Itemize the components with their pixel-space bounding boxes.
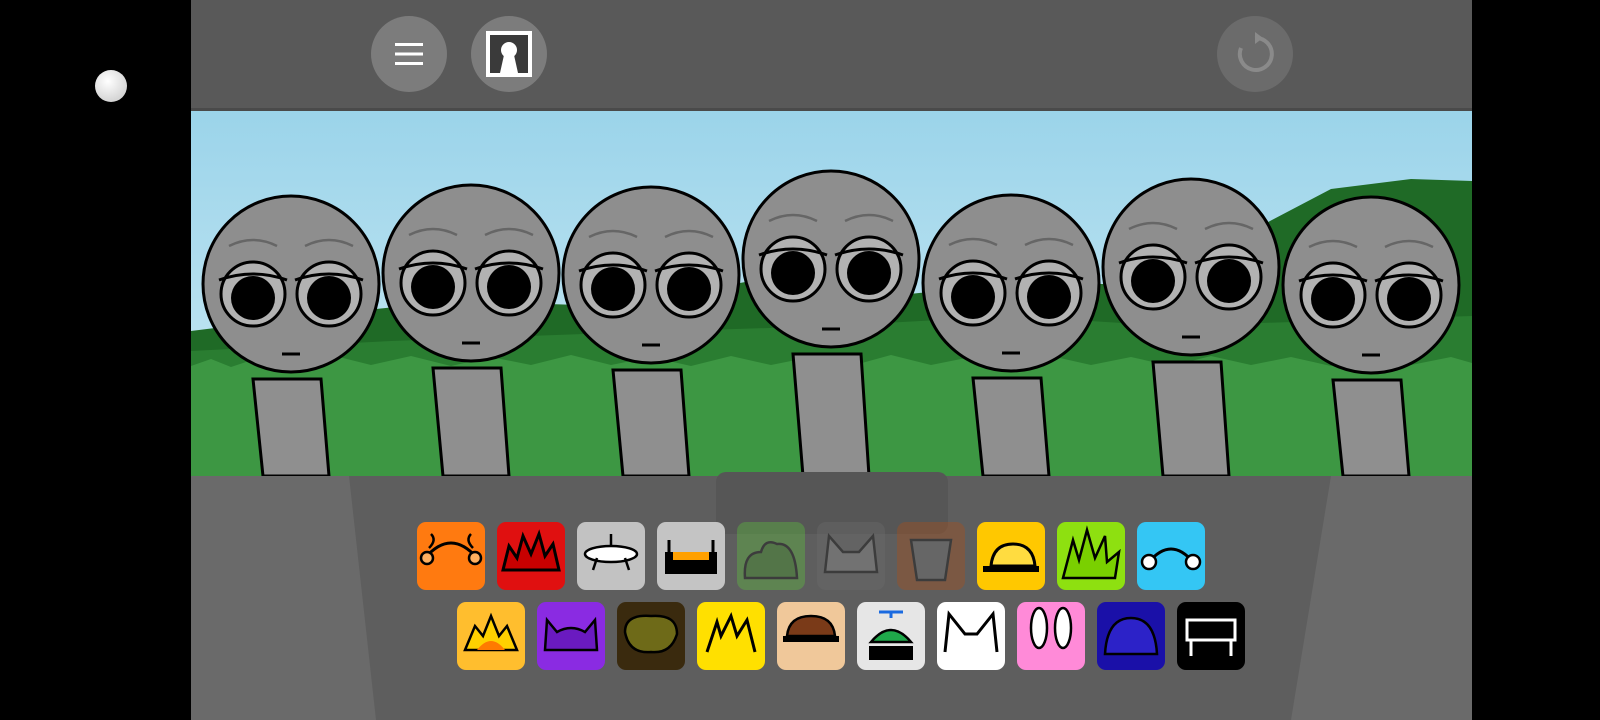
sound-icon-cyan-headset[interactable] <box>1137 522 1205 590</box>
sound-icon-green-bush <box>737 522 805 590</box>
portrait-keyhole-icon <box>486 31 532 77</box>
sound-icon-lime-spikes[interactable] <box>1057 522 1125 590</box>
sound-icon-purple-horns[interactable] <box>537 602 605 670</box>
sound-icon-yellow-sparks[interactable] <box>697 602 765 670</box>
sound-icon-brown-bucket <box>897 522 965 590</box>
sound-icon-grey-saucer[interactable] <box>577 522 645 590</box>
sound-icon-black-bench[interactable] <box>1177 602 1245 670</box>
sound-icon-pink-bunny[interactable] <box>1017 602 1085 670</box>
portrait-button[interactable] <box>471 16 547 92</box>
top-toolbar <box>191 0 1472 111</box>
sound-icon-yellow-cap[interactable] <box>977 522 1045 590</box>
sound-icon-olive-blob[interactable] <box>617 602 685 670</box>
sound-icon-sun-burst[interactable] <box>457 602 525 670</box>
sound-icon-grey-cat <box>817 522 885 590</box>
grassland-scene <box>191 111 1472 476</box>
left-letterbox <box>0 0 191 720</box>
sound-icon-propeller-cap[interactable] <box>857 602 925 670</box>
game-area <box>191 0 1472 720</box>
sound-icon-grey-headphones[interactable] <box>657 522 725 590</box>
sound-icon-navy-dome[interactable] <box>1097 602 1165 670</box>
status-indicator-dot <box>95 70 127 102</box>
right-letterbox <box>1472 0 1600 720</box>
sound-icon-orange-beat[interactable] <box>417 522 485 590</box>
menu-button[interactable] <box>371 16 447 92</box>
reset-button[interactable] <box>1217 16 1293 92</box>
sound-icon-red-spikes[interactable] <box>497 522 565 590</box>
refresh-icon <box>1237 32 1274 72</box>
hamburger-menu-icon <box>395 43 423 65</box>
sound-icon-white-cat[interactable] <box>937 602 1005 670</box>
sound-icon-brown-hair[interactable] <box>777 602 845 670</box>
